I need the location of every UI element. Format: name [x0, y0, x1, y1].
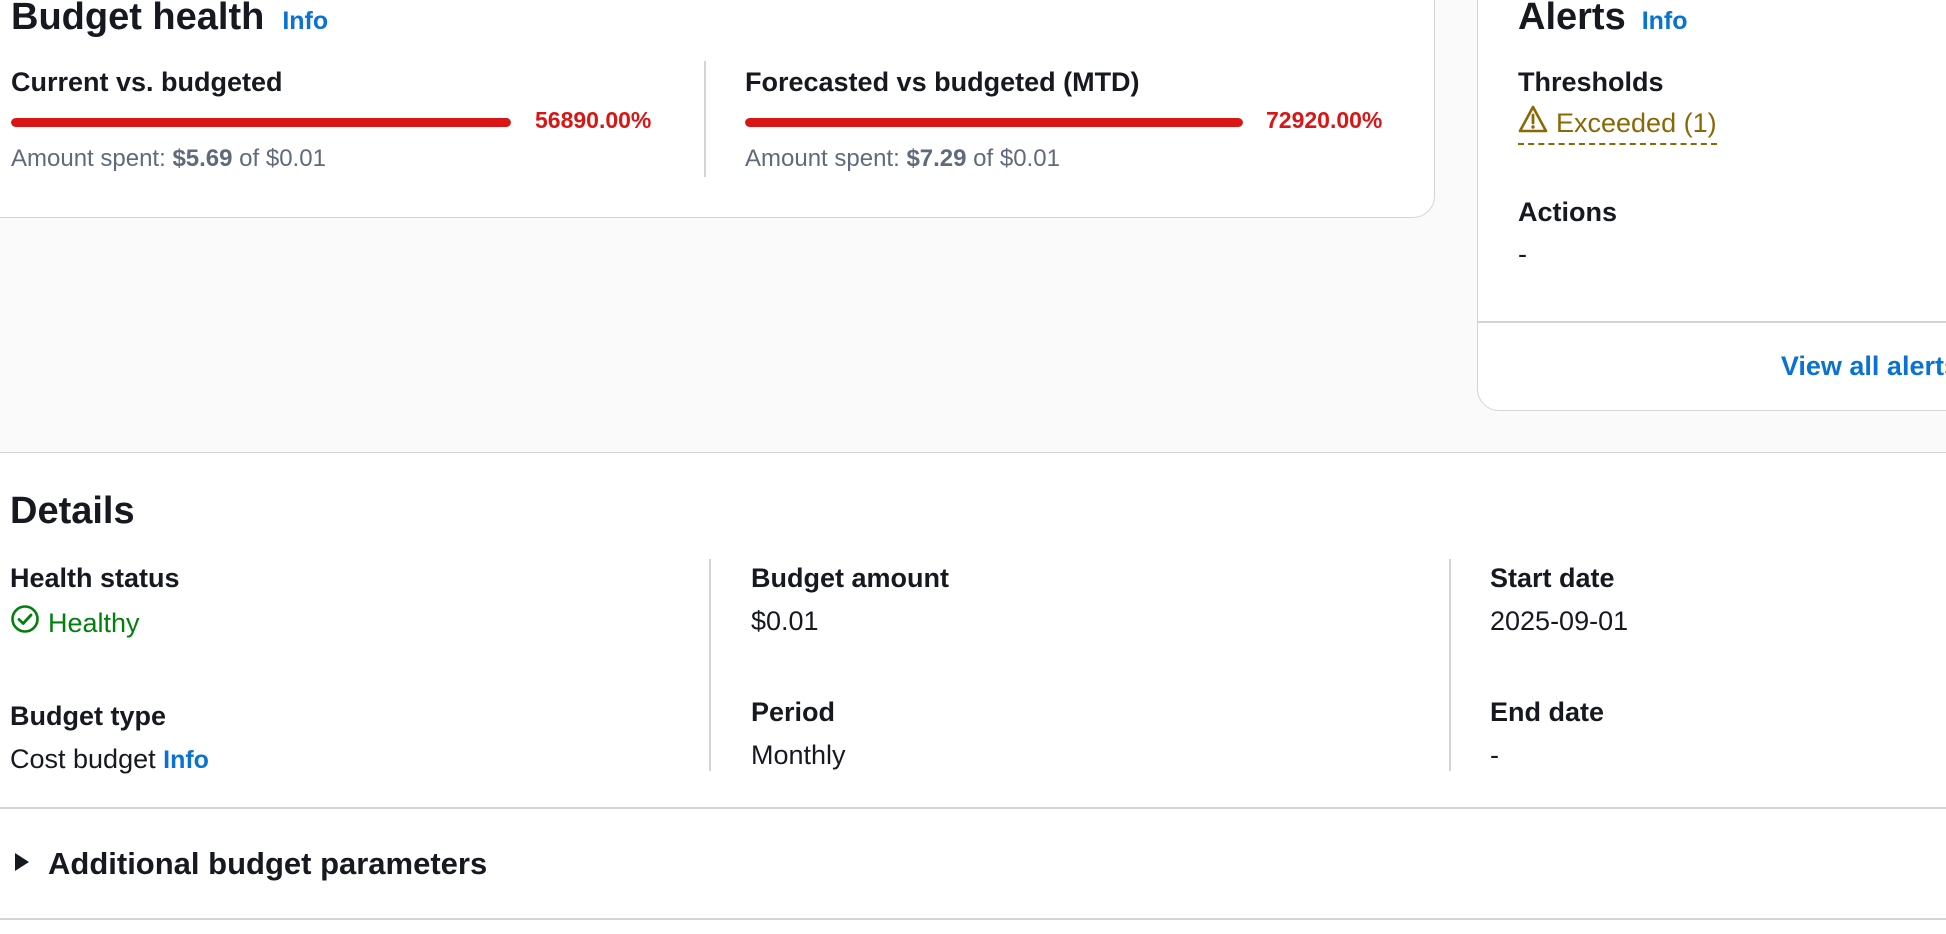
actions-block: Actions - [1518, 195, 1617, 271]
amount-of-text: of [966, 145, 1000, 172]
actions-label: Actions [1518, 197, 1618, 227]
forecast-amount-spent: Amount spent: $7.29 of $0.01 [745, 143, 1385, 175]
alerts-header: Alerts Info [1518, 0, 1688, 36]
alerts-card: Alerts Info Thresholds Exceeded (1) Acti… [1477, 0, 1946, 411]
current-vs-budgeted-bar-row: 56890.00% [11, 103, 651, 137]
budget-health-title: Budget health [11, 0, 265, 38]
forecast-vs-budgeted-metric: Forecasted vs budgeted (MTD) 72920.00% A… [745, 65, 1385, 175]
thresholds-block: Thresholds Exceeded (1) [1518, 65, 1717, 145]
current-amount-spent: Amount spent: $5.69 of $0.01 [11, 143, 631, 175]
budget-health-header: Budget health Info [11, 0, 328, 36]
warning-icon [1518, 105, 1548, 141]
details-column-3: Start date 2025-09-01 End date - [1490, 561, 1628, 772]
forecast-spent-value: $7.29 [906, 145, 967, 172]
amount-of-text: of [232, 145, 266, 172]
forecast-percent: 72920.00% [1266, 107, 1383, 133]
forecast-progress-fill [745, 118, 1243, 127]
view-all-alerts-link[interactable]: View all alerts [1781, 349, 1946, 383]
current-progress-track [11, 118, 511, 127]
start-date-label: Start date [1490, 563, 1615, 593]
details-section: Details Health status Healthy Budget typ… [0, 452, 1946, 934]
alerts-title: Alerts [1518, 0, 1626, 38]
actions-value: - [1518, 239, 1527, 269]
current-progress-fill [11, 118, 511, 127]
alerts-divider [1478, 321, 1946, 323]
details-title: Details [10, 490, 135, 532]
current-budgeted-value: $0.01 [265, 145, 326, 172]
forecast-budgeted-value: $0.01 [999, 145, 1060, 172]
amount-spent-prefix: Amount spent: [11, 145, 173, 172]
caret-right-icon [12, 851, 32, 878]
budget-amount-label: Budget amount [751, 563, 949, 593]
check-circle-icon [10, 604, 40, 642]
details-separator [0, 807, 1946, 809]
budget-type-label: Budget type [10, 701, 167, 731]
budget-health-info-link[interactable]: Info [282, 7, 328, 36]
health-divider [704, 61, 706, 177]
current-percent: 56890.00% [535, 107, 652, 133]
forecast-vs-budgeted-label: Forecasted vs budgeted (MTD) [745, 67, 1140, 97]
current-spent-value: $5.69 [172, 145, 233, 172]
details-bottom-border [0, 918, 1946, 920]
budget-type-text: Cost budget [10, 744, 156, 774]
current-vs-budgeted-metric: Current vs. budgeted 56890.00% Amount sp… [11, 65, 651, 175]
budget-type-info-link[interactable]: Info [163, 746, 209, 774]
current-vs-budgeted-label: Current vs. budgeted [11, 67, 283, 97]
details-divider-2 [1449, 559, 1451, 771]
additional-parameters-expander[interactable]: Additional budget parameters [12, 845, 487, 883]
period-value: Monthly [751, 740, 846, 770]
details-column-2: Budget amount $0.01 Period Monthly [751, 561, 949, 772]
details-divider-1 [709, 559, 711, 771]
budget-amount-value: $0.01 [751, 606, 819, 636]
period-label: Period [751, 697, 836, 727]
thresholds-exceeded-text: Exceeded (1) [1556, 108, 1717, 138]
end-date-value: - [1490, 740, 1499, 770]
start-date-value: 2025-09-01 [1490, 606, 1629, 636]
health-status-label: Health status [10, 563, 180, 593]
budget-type-value: Cost budget Info [10, 742, 209, 777]
thresholds-label: Thresholds [1518, 67, 1664, 97]
budget-health-card: Budget health Info Current vs. budgeted … [0, 0, 1435, 218]
health-status-text: Healthy [48, 608, 140, 638]
amount-spent-prefix: Amount spent: [745, 145, 907, 172]
additional-parameters-label: Additional budget parameters [48, 846, 488, 881]
forecast-progress-track [745, 118, 1243, 127]
details-column-1: Health status Healthy Budget type Cost b… [10, 561, 209, 777]
budget-page: Budget health Info Current vs. budgeted … [0, 0, 1946, 934]
health-status-value: Healthy [10, 604, 140, 642]
forecast-vs-budgeted-bar-row: 72920.00% [745, 103, 1385, 137]
end-date-label: End date [1490, 697, 1605, 727]
alerts-info-link[interactable]: Info [1642, 7, 1688, 36]
thresholds-exceeded-link[interactable]: Exceeded (1) [1518, 105, 1717, 145]
